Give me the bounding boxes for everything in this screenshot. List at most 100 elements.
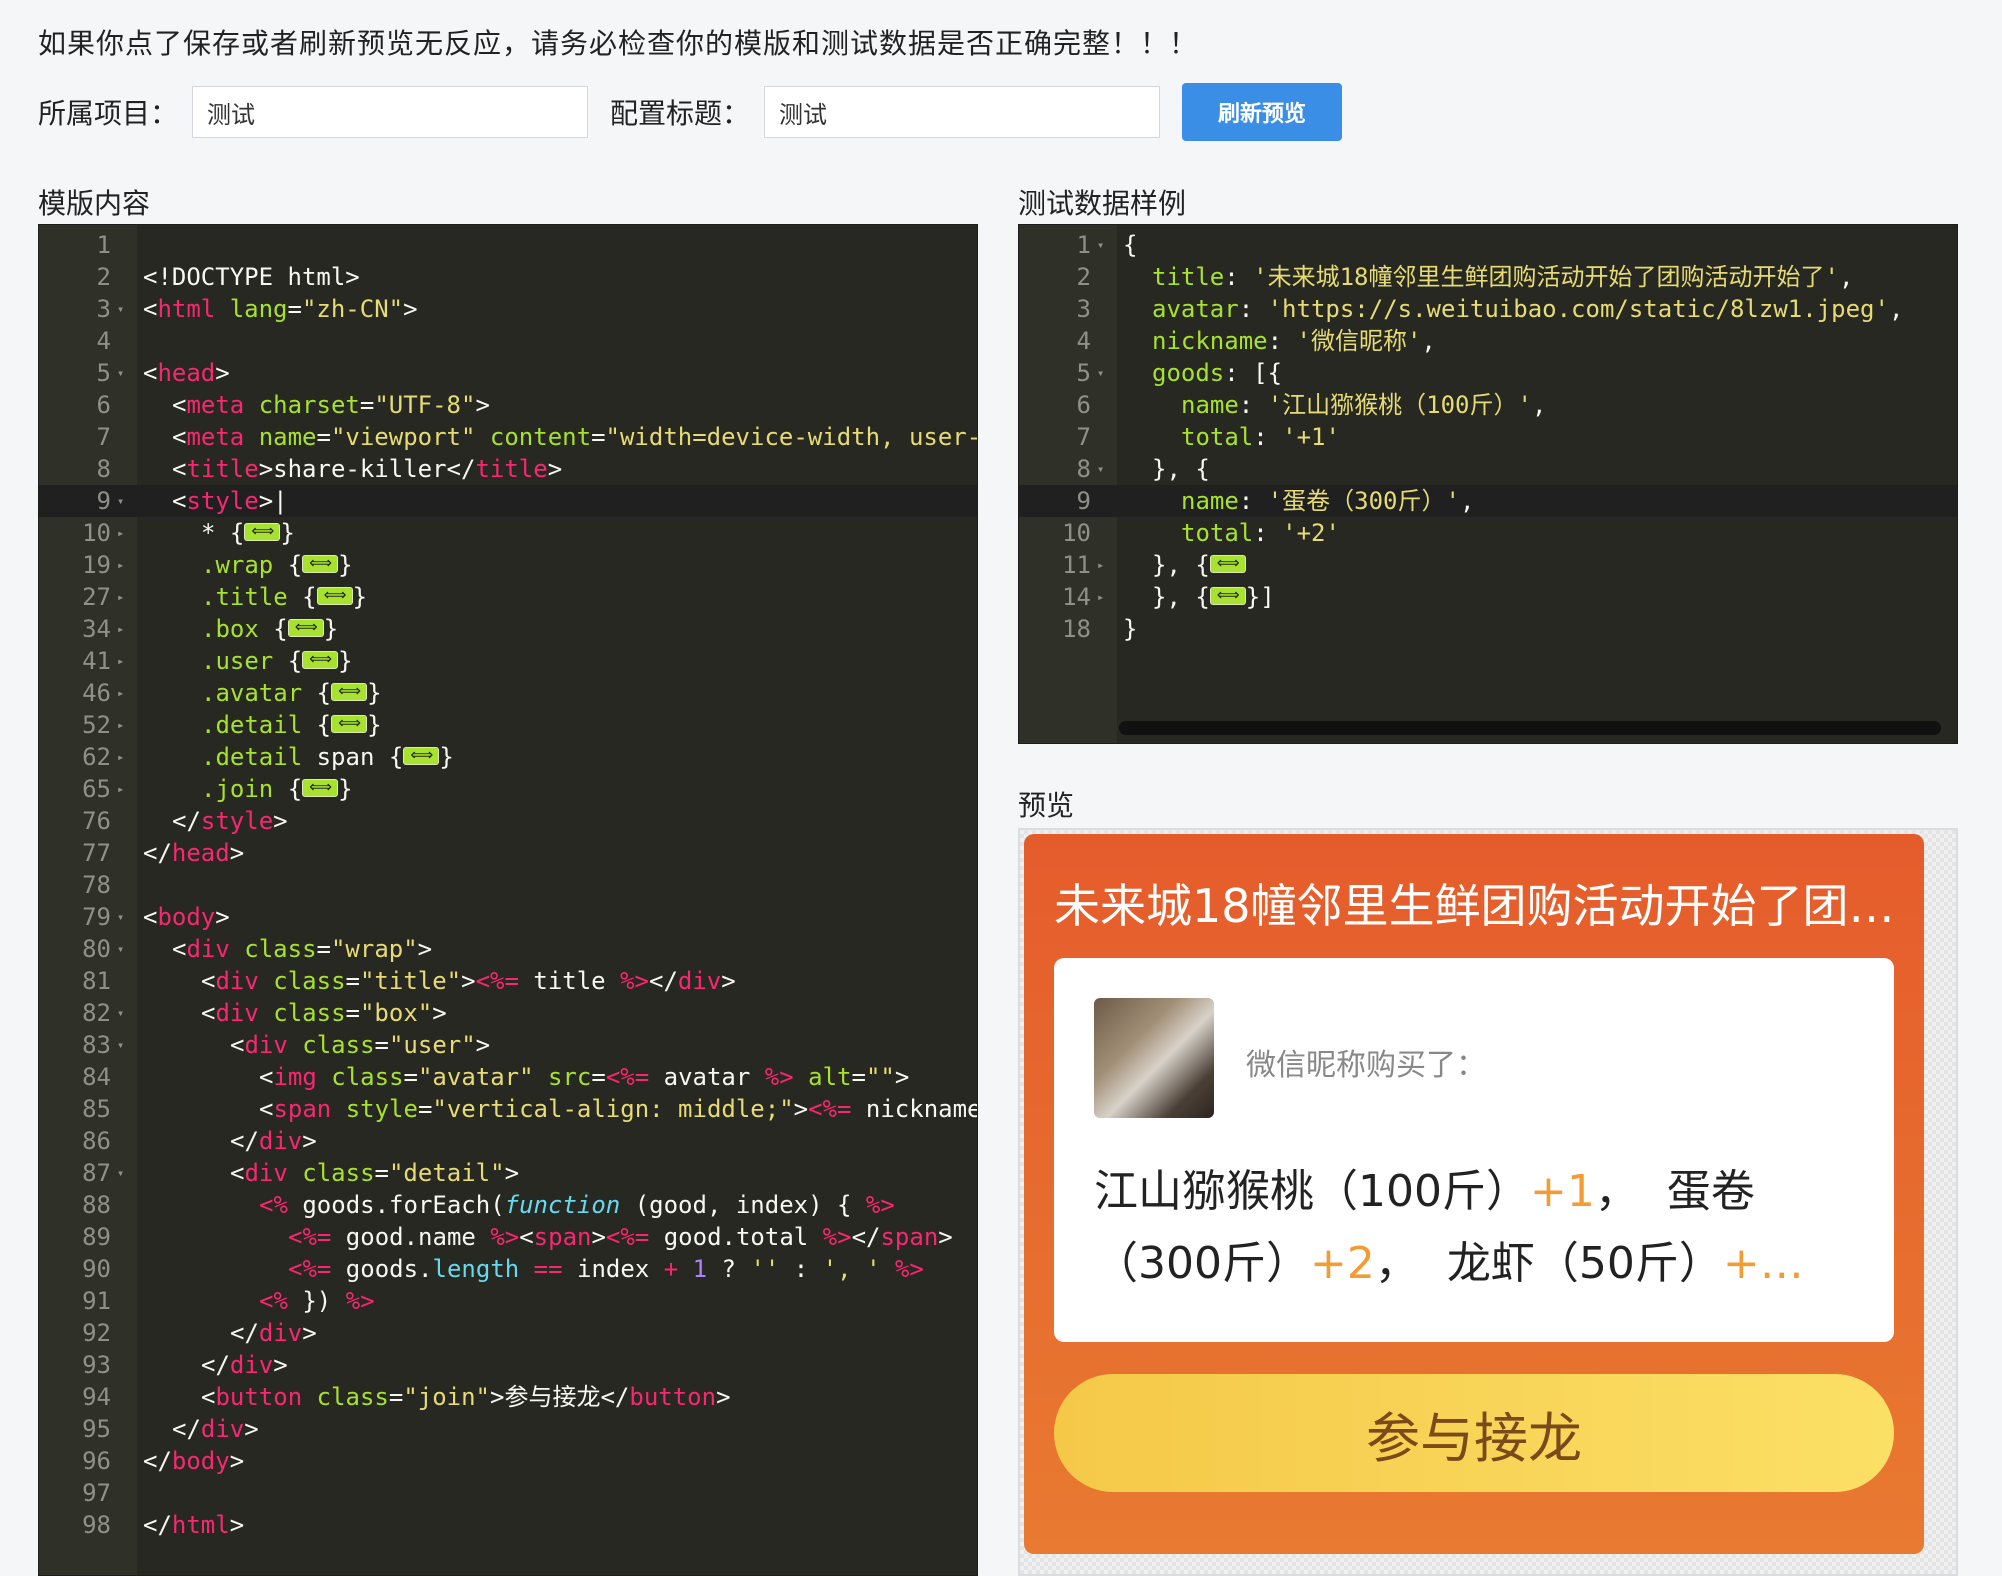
code-line[interactable]: 14▸}, {}] xyxy=(1019,579,1957,613)
test-data-section-title: 测试数据样例 xyxy=(1018,187,1187,220)
fold-closed-icon[interactable]: ▸ xyxy=(117,613,124,645)
fold-open-icon[interactable]: ▾ xyxy=(1097,453,1104,485)
join-button[interactable]: 参与接龙 xyxy=(1054,1374,1894,1492)
code-line[interactable]: 78 xyxy=(39,869,977,901)
code-line[interactable]: 10 total: '+2' xyxy=(1019,517,1957,549)
fold-open-icon[interactable]: ▾ xyxy=(117,997,124,1029)
code-line[interactable]: 88 <% goods.forEach(function (good, index… xyxy=(39,1189,977,1221)
code-line[interactable]: 89 <%= good.name %><span><%= good.total %… xyxy=(39,1221,977,1253)
line-number: 65 xyxy=(82,775,111,803)
code-line[interactable]: 7 <meta name="viewport" content="width=de… xyxy=(39,421,977,453)
code-line[interactable]: 1 ▾ { xyxy=(1019,229,1957,261)
code-line[interactable]: 5 ▾ <head> xyxy=(39,357,977,389)
fold-open-icon[interactable]: ▾ xyxy=(117,1157,124,1189)
code-line[interactable]: 3 ▾ <html lang="zh-CN"> xyxy=(39,293,977,325)
code-line[interactable]: 86 </div> xyxy=(39,1125,977,1157)
fold-open-icon[interactable]: ▾ xyxy=(117,485,124,517)
template-code-editor[interactable]: 1 2 <!DOCTYPE html> 3 ▾ <html lang="zh-CN"> 4 5… xyxy=(38,224,978,1576)
code-line[interactable]: 93 </div> xyxy=(39,1349,977,1381)
fold-open-icon[interactable]: ▾ xyxy=(1097,357,1104,389)
line-number: 3 xyxy=(96,295,111,323)
code-line[interactable]: 8 ▾}, { xyxy=(1019,453,1957,485)
code-line[interactable]: 85 <span style="vertical-align: middle;">… xyxy=(39,1093,977,1125)
code-line[interactable]: 34▸ .box {} xyxy=(39,611,977,645)
fold-open-icon[interactable]: ▾ xyxy=(117,357,124,389)
code-line[interactable]: 65▸ .join {} xyxy=(39,771,977,805)
line-number: 79 xyxy=(82,903,111,931)
code-line[interactable]: 81 <div class="title"><%= title %></div> xyxy=(39,965,977,997)
code-line[interactable]: 3 avatar: 'https://s.weituibao.com/static… xyxy=(1019,293,1957,325)
code-line[interactable]: 79 ▾ <body> xyxy=(39,901,977,933)
fold-closed-icon[interactable]: ▸ xyxy=(1097,581,1104,613)
code-line[interactable]: 76 </style> xyxy=(39,805,977,837)
code-line[interactable]: 11 ▸}, { xyxy=(1019,547,1957,581)
code-line[interactable]: 7 total: '+1' xyxy=(1019,421,1957,453)
line-number: 5 xyxy=(1076,359,1091,387)
code-text: name: '蛋卷（300斤）', xyxy=(1181,487,1475,515)
fold-open-icon[interactable]: ▾ xyxy=(1097,229,1104,261)
fold-open-icon[interactable]: ▾ xyxy=(117,933,124,965)
data-editor-horizontal-scrollbar[interactable] xyxy=(1119,721,1941,735)
code-line[interactable]: 87 ▾ <div class="detail"> xyxy=(39,1157,977,1189)
fold-open-icon[interactable]: ▾ xyxy=(117,901,124,933)
code-line[interactable]: 18} xyxy=(1019,613,1957,645)
refresh-preview-button[interactable]: 刷新预览 xyxy=(1182,83,1343,141)
code-line[interactable]: 4 xyxy=(39,325,977,357)
code-line[interactable]: 62▸ .detail span {} xyxy=(39,739,977,773)
code-text: } xyxy=(1123,615,1138,643)
code-line[interactable]: 84 <img class="avatar" src=<%= avatar %> … xyxy=(39,1061,977,1093)
config-title-input[interactable] xyxy=(764,86,1161,138)
code-line[interactable]: 83 ▾ <div class="user"> xyxy=(39,1029,977,1061)
code-line[interactable]: 6 name: '江山猕猴桃（100斤）', xyxy=(1019,389,1957,421)
code-line[interactable]: 80 ▾ <div class="wrap"> xyxy=(39,933,977,965)
fold-closed-icon[interactable]: ▸ xyxy=(117,517,124,549)
code-text: <div class="box"> xyxy=(201,999,447,1027)
code-line[interactable]: 94 <button class="join">参与接龙</button> xyxy=(39,1381,977,1413)
code-line[interactable]: 98 </html> xyxy=(39,1509,977,1541)
code-line[interactable]: 19▸ .wrap {} xyxy=(39,547,977,581)
code-line[interactable]: 92 </div> xyxy=(39,1317,977,1349)
code-line[interactable]: 97 xyxy=(39,1477,977,1509)
code-line[interactable]: 10▸ * {} xyxy=(39,515,977,549)
code-line[interactable]: 46▸ .avatar {} xyxy=(39,675,977,709)
code-line[interactable]: 8 <title>share-killer</title> xyxy=(39,453,977,485)
code-line[interactable]: 5 ▾ goods: [{ xyxy=(1019,357,1957,389)
code-line[interactable]: 2 title: '未来城18幢邻里生鲜团购活动开始了团购活动开始了', xyxy=(1019,261,1957,293)
code-line[interactable]: 9 ▾ <style>| xyxy=(39,485,977,517)
line-number: 82 xyxy=(82,999,111,1027)
fold-closed-icon[interactable]: ▸ xyxy=(117,549,124,581)
code-line[interactable]: 91 <% }) %> xyxy=(39,1285,977,1317)
fold-closed-icon[interactable]: ▸ xyxy=(1097,549,1104,581)
code-line[interactable]: 96 </body> xyxy=(39,1445,977,1477)
code-line[interactable]: 90 <%= goods.length == index + 1 ? '' : '… xyxy=(39,1253,977,1285)
preview-nickname: 微信昵称购买了： xyxy=(1246,1048,1486,1083)
code-line[interactable]: 27▸ .title {} xyxy=(39,579,977,613)
fold-closed-icon[interactable]: ▸ xyxy=(117,645,124,677)
line-number: 90 xyxy=(82,1255,111,1283)
code-line[interactable]: 9 name: '蛋卷（300斤）', xyxy=(1019,485,1957,517)
code-line[interactable]: 82 ▾ <div class="box"> xyxy=(39,997,977,1029)
fold-open-icon[interactable]: ▾ xyxy=(117,1029,124,1061)
fold-closed-icon[interactable]: ▸ xyxy=(117,773,124,805)
line-number: 1 xyxy=(96,231,111,259)
code-line[interactable]: 95 </div> xyxy=(39,1413,977,1445)
test-data-code-editor[interactable]: 1 ▾{2 title: '未来城18幢邻里生鲜团购活动开始了团购活动开始了', 3 a… xyxy=(1018,224,1958,744)
code-line[interactable]: 6 <meta charset="UTF-8"> xyxy=(39,389,977,421)
code-line[interactable]: 4 nickname: '微信昵称', xyxy=(1019,325,1957,357)
line-number: 8 xyxy=(96,455,111,483)
line-number: 34 xyxy=(82,615,111,643)
good-total: +… xyxy=(1722,1238,1804,1289)
fold-closed-icon[interactable]: ▸ xyxy=(117,741,124,773)
fold-open-icon[interactable]: ▾ xyxy=(117,293,124,325)
code-line[interactable]: 77 </head> xyxy=(39,837,977,869)
code-line[interactable]: 41▸ .user {} xyxy=(39,643,977,677)
fold-closed-icon[interactable]: ▸ xyxy=(117,677,124,709)
line-number: 4 xyxy=(96,327,111,355)
fold-closed-icon[interactable]: ▸ xyxy=(117,581,124,613)
fold-closed-icon[interactable]: ▸ xyxy=(117,709,124,741)
line-number: 19 xyxy=(82,551,111,579)
code-line[interactable]: 52▸ .detail {} xyxy=(39,707,977,741)
code-line[interactable]: 2 <!DOCTYPE html> xyxy=(39,261,977,293)
project-input[interactable] xyxy=(192,86,589,138)
code-line[interactable]: 1 xyxy=(39,229,977,261)
